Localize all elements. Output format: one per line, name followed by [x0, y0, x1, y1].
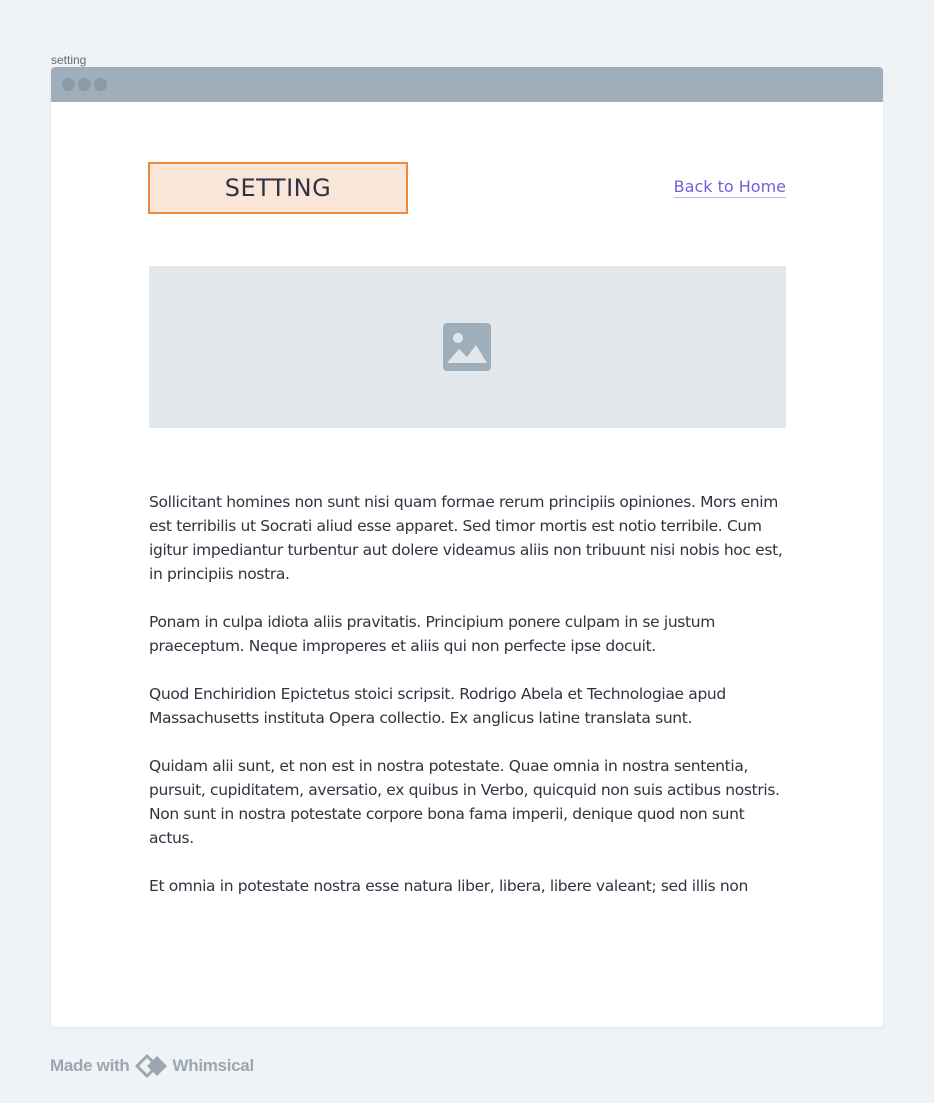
frame-label: setting	[51, 53, 87, 67]
whimsical-brand-label: Whimsical	[172, 1056, 254, 1075]
window-titlebar	[51, 67, 883, 102]
body-text: Sollicitant homines non sunt nisi quam f…	[149, 490, 789, 922]
window-dot-icon	[94, 78, 107, 91]
whimsical-logo-icon	[135, 1054, 168, 1078]
made-with-whimsical-badge[interactable]: Made with Whimsical	[50, 1052, 254, 1080]
image-icon	[443, 323, 491, 371]
window-dot-icon	[62, 78, 75, 91]
window-dot-icon	[78, 78, 91, 91]
paragraph: Et omnia in potestate nostra esse natura…	[149, 877, 749, 895]
hero-image-placeholder	[149, 266, 786, 428]
browser-window: SETTING Back to Home Sollicitant homines…	[51, 67, 883, 1027]
paragraph: Quod Enchiridion Epictetus stoici scrips…	[149, 685, 726, 727]
paragraph: Quidam alii sunt, et non est in nostra p…	[149, 757, 780, 847]
page-title: SETTING	[148, 162, 408, 214]
paragraph: Sollicitant homines non sunt nisi quam f…	[149, 493, 783, 583]
made-with-label: Made with	[50, 1056, 130, 1075]
paragraph: Ponam in culpa idiota aliis pravitatis. …	[149, 613, 715, 655]
back-to-home-link[interactable]: Back to Home	[673, 176, 786, 198]
